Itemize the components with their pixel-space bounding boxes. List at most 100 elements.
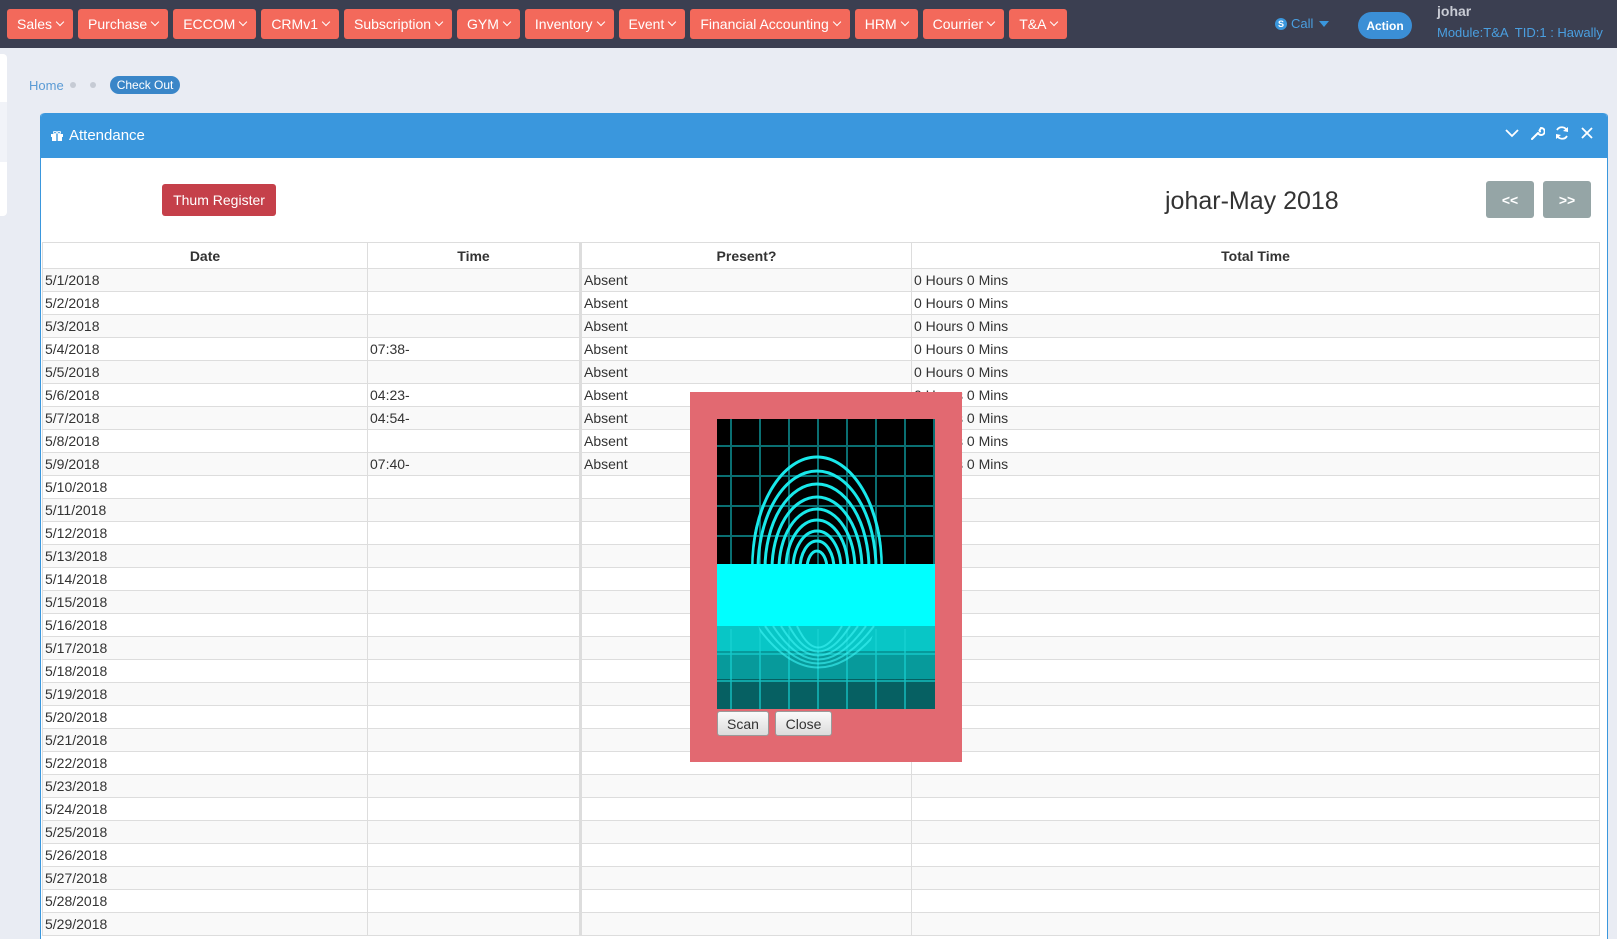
menu-crmv1[interactable]: CRMv1 (261, 9, 339, 39)
menu-financial-accounting[interactable]: Financial Accounting (690, 9, 850, 39)
cell-total-time (911, 659, 1600, 683)
menu-subscription[interactable]: Subscription (343, 9, 453, 39)
cell-time (367, 314, 581, 338)
cell-time (367, 774, 581, 798)
cell-time (367, 636, 581, 660)
cell-time (367, 820, 581, 844)
cell-time (367, 682, 581, 706)
close-button[interactable]: Close (775, 711, 832, 736)
cell-date: 5/8/2018 (42, 429, 368, 453)
breadcrumb-home[interactable]: Home (29, 78, 64, 93)
cell-present (579, 912, 912, 936)
table-row: 5/1/2018 Absent 0 Hours 0 Mins (42, 268, 1600, 292)
thum-register-button[interactable]: Thum Register (162, 184, 276, 216)
period-title: johar-May 2018 (1165, 187, 1339, 215)
chevron-down-icon (986, 17, 996, 27)
menu-eccom[interactable]: ECCOM (173, 9, 257, 39)
table-row: 5/25/2018 (42, 820, 1600, 844)
menu-label: Courrier (932, 16, 984, 32)
fingerprint-icon (717, 419, 935, 709)
cell-present (579, 820, 912, 844)
chevron-down-icon (150, 17, 160, 27)
cell-time: 04:54- (367, 406, 581, 430)
wrench-icon[interactable] (1529, 125, 1545, 141)
user-name[interactable]: johar (1437, 3, 1471, 19)
header-time[interactable]: Time (367, 242, 581, 269)
previous-month-button[interactable]: << (1486, 181, 1534, 218)
cell-present (579, 797, 912, 821)
menu-gym[interactable]: GYM (457, 9, 520, 39)
table-row: 5/3/2018 Absent 0 Hours 0 Mins (42, 314, 1600, 338)
menu-hrm[interactable]: HRM (854, 9, 918, 39)
header-date[interactable]: Date (42, 242, 368, 269)
cell-time: 04:23- (367, 383, 581, 407)
menu-sales[interactable]: Sales (7, 9, 74, 39)
breadcrumb: Home Check Out (29, 76, 181, 94)
cell-total-time: 0 Hours 0 Mins (911, 383, 1600, 407)
cell-total-time (911, 843, 1600, 867)
menu-event[interactable]: Event (618, 9, 686, 39)
cell-date: 5/4/2018 (42, 337, 368, 361)
table-row: 5/28/2018 (42, 889, 1600, 913)
cell-time (367, 705, 581, 729)
scan-button[interactable]: Scan (717, 711, 769, 736)
portlet-tools (1504, 125, 1595, 141)
cell-total-time (911, 498, 1600, 522)
menu-label: Sales (17, 16, 53, 32)
cell-total-time: 0 Hours 0 Mins (911, 360, 1600, 384)
cell-time (367, 360, 581, 384)
call-button[interactable]: S Call (1275, 16, 1330, 31)
fingerprint-scanner-image (717, 419, 935, 709)
cell-total-time (911, 705, 1600, 729)
menu-inventory[interactable]: Inventory (524, 9, 614, 39)
cell-time (367, 613, 581, 637)
breadcrumb-separator (69, 82, 76, 88)
menu-courrier[interactable]: Courrier (922, 9, 1005, 39)
close-icon[interactable] (1579, 125, 1595, 141)
cell-present: Absent (579, 268, 912, 292)
breadcrumb-check-out[interactable]: Check Out (109, 76, 181, 94)
fingerprint-scan-dialog: Scan Close (690, 392, 962, 762)
refresh-icon[interactable] (1554, 125, 1570, 141)
cell-total-time (911, 889, 1600, 913)
cell-date: 5/19/2018 (42, 682, 368, 706)
cell-time (367, 544, 581, 568)
cell-present: Absent (579, 314, 912, 338)
cell-total-time (911, 636, 1600, 660)
cell-present: Absent (579, 337, 912, 361)
cell-date: 5/1/2018 (42, 268, 368, 292)
cell-date: 5/27/2018 (42, 866, 368, 890)
cell-time (367, 291, 581, 315)
gift-icon (51, 130, 63, 141)
cell-time (367, 659, 581, 683)
cell-time (367, 567, 581, 591)
cell-total-time (911, 797, 1600, 821)
top-navbar: Sales Purchase ECCOM CRMv1 Subscription GYM In… (0, 0, 1617, 48)
next-month-button[interactable]: >> (1543, 181, 1591, 218)
sidebar-collapsed[interactable] (0, 54, 7, 216)
action-button[interactable]: Action (1358, 12, 1412, 39)
table-row: 5/26/2018 (42, 843, 1600, 867)
chevron-down-icon (434, 17, 444, 27)
cell-total-time (911, 912, 1600, 936)
header-total-time[interactable]: Total Time (911, 242, 1600, 269)
menu-t-a[interactable]: T&A (1009, 9, 1068, 39)
cell-total-time: 0 Hours 0 Mins (911, 429, 1600, 453)
header-present[interactable]: Present? (579, 242, 912, 269)
cell-total-time (911, 682, 1600, 706)
table-row: 5/29/2018 (42, 912, 1600, 936)
table-row: 5/2/2018 Absent 0 Hours 0 Mins (42, 291, 1600, 315)
menu-purchase[interactable]: Purchase (78, 9, 169, 39)
cell-time (367, 590, 581, 614)
menu-label: Inventory (534, 16, 593, 32)
cell-total-time: 0 Hours 0 Mins (911, 291, 1600, 315)
chevron-down-icon (832, 17, 841, 27)
collapse-icon[interactable] (1504, 125, 1520, 141)
menu-label: Event (628, 16, 665, 32)
call-label: Call (1291, 16, 1314, 31)
cell-date: 5/23/2018 (42, 774, 368, 798)
cell-total-time: 0 Hours 0 Mins (911, 452, 1600, 476)
caret-down-icon (1319, 20, 1330, 27)
chevron-down-icon (900, 17, 909, 27)
cell-date: 5/6/2018 (42, 383, 368, 407)
